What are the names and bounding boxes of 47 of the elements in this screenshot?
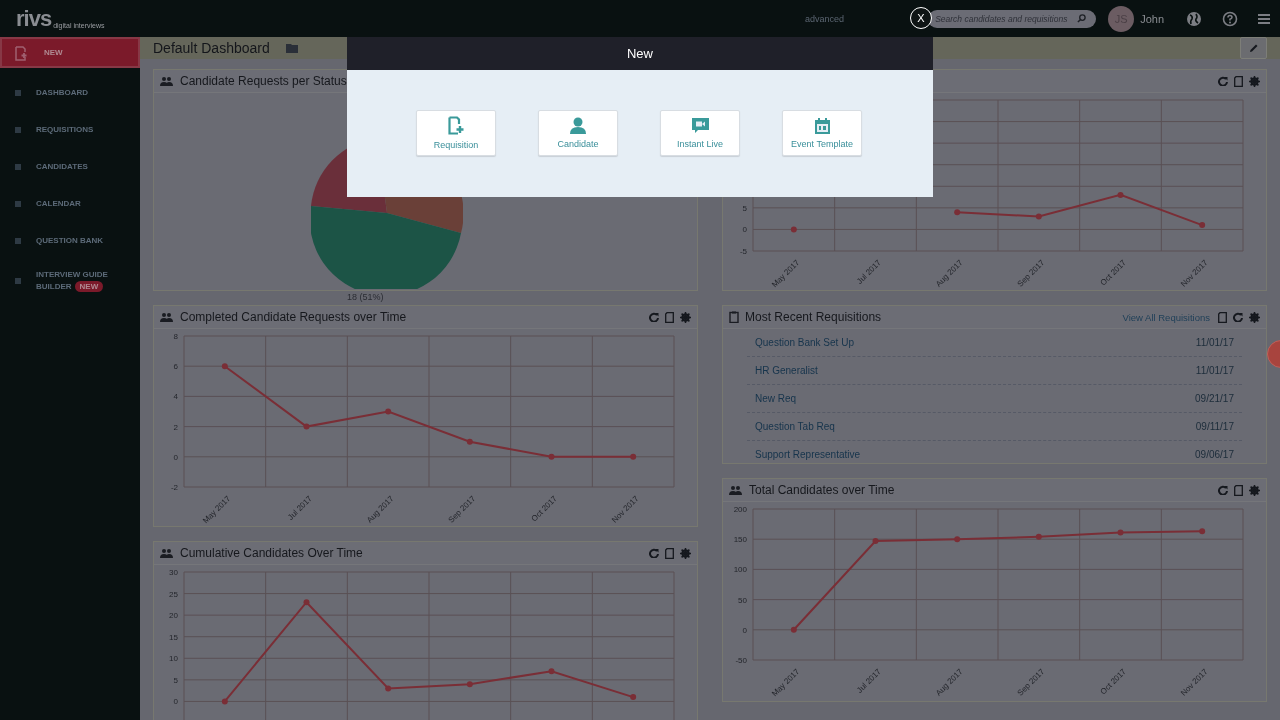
dialog-title: New <box>627 46 653 61</box>
sidebar-item[interactable]: DASHBOARD <box>0 74 140 111</box>
requisition-date: 11/01/17 <box>1195 365 1234 376</box>
requisition-date: 09/21/17 <box>1195 393 1234 404</box>
axis-tick-label: 50 <box>738 595 747 605</box>
user-name[interactable]: John <box>1140 12 1164 25</box>
axis-tick-label: 4 <box>173 392 178 402</box>
panel-title: Most Recent Requisitions <box>745 310 882 324</box>
new-badge: NEW <box>74 281 104 292</box>
requisition-date: 11/01/17 <box>1195 337 1234 348</box>
requisition-date: 09/11/17 <box>1195 421 1234 432</box>
sidebar-item[interactable]: CANDIDATES <box>0 148 140 185</box>
requisition-link[interactable]: Question Tab Req <box>755 421 835 432</box>
axis-tick-label: -5 <box>739 247 747 256</box>
axis-tick-label: -2 <box>170 483 178 492</box>
axis-tick-label: 150 <box>733 535 747 545</box>
axis-tick-label: 5 <box>173 675 178 685</box>
sidebar-item[interactable]: REQUISITIONS <box>0 111 140 148</box>
panel-title: Candidate Requests per Status <box>180 74 347 88</box>
dashboard-title: Default Dashboard <box>153 40 270 56</box>
sidebar-item[interactable]: QUESTION BANK <box>0 222 140 259</box>
panel-title: Cumulative Candidates Over Time <box>180 546 363 560</box>
requisition-link[interactable]: HR Generalist <box>755 365 818 376</box>
requisition-link[interactable]: Support Representative <box>755 449 861 460</box>
axis-tick-label: 200 <box>733 505 747 514</box>
panel-title: Completed Candidate Requests over Time <box>180 310 407 324</box>
new-option-button[interactable]: Instant Live <box>660 110 740 156</box>
new-option-button[interactable]: Event Template <box>782 110 862 156</box>
logo: rivs <box>16 7 52 30</box>
sidebar-item[interactable]: NEW <box>0 37 140 68</box>
panel-title: Total Candidates over Time <box>749 483 895 497</box>
sidebar-item[interactable]: INTERVIEW GUIDE BUILDER NEW <box>0 259 140 303</box>
advanced-search-link[interactable]: advanced <box>805 13 845 24</box>
requisition-date: 09/06/17 <box>1195 449 1234 460</box>
view-all-link[interactable]: View All Requisitions <box>1122 311 1210 323</box>
requisition-link[interactable]: New Req <box>755 393 797 404</box>
new-option-button[interactable]: Requisition <box>416 110 496 156</box>
axis-tick-label: 25 <box>169 589 178 599</box>
requisition-link[interactable]: Question Bank Set Up <box>755 337 854 348</box>
axis-tick-label: 10 <box>169 654 178 664</box>
axis-tick-label: 15 <box>169 632 178 642</box>
sidebar-item[interactable]: CALENDAR <box>0 185 140 222</box>
axis-tick-label: 5 <box>742 203 747 213</box>
axis-tick-label: 2 <box>173 422 178 432</box>
new-option-button[interactable]: Candidate <box>538 110 618 156</box>
axis-tick-label: 6 <box>173 362 178 372</box>
axis-tick-label: -50 <box>735 656 747 665</box>
